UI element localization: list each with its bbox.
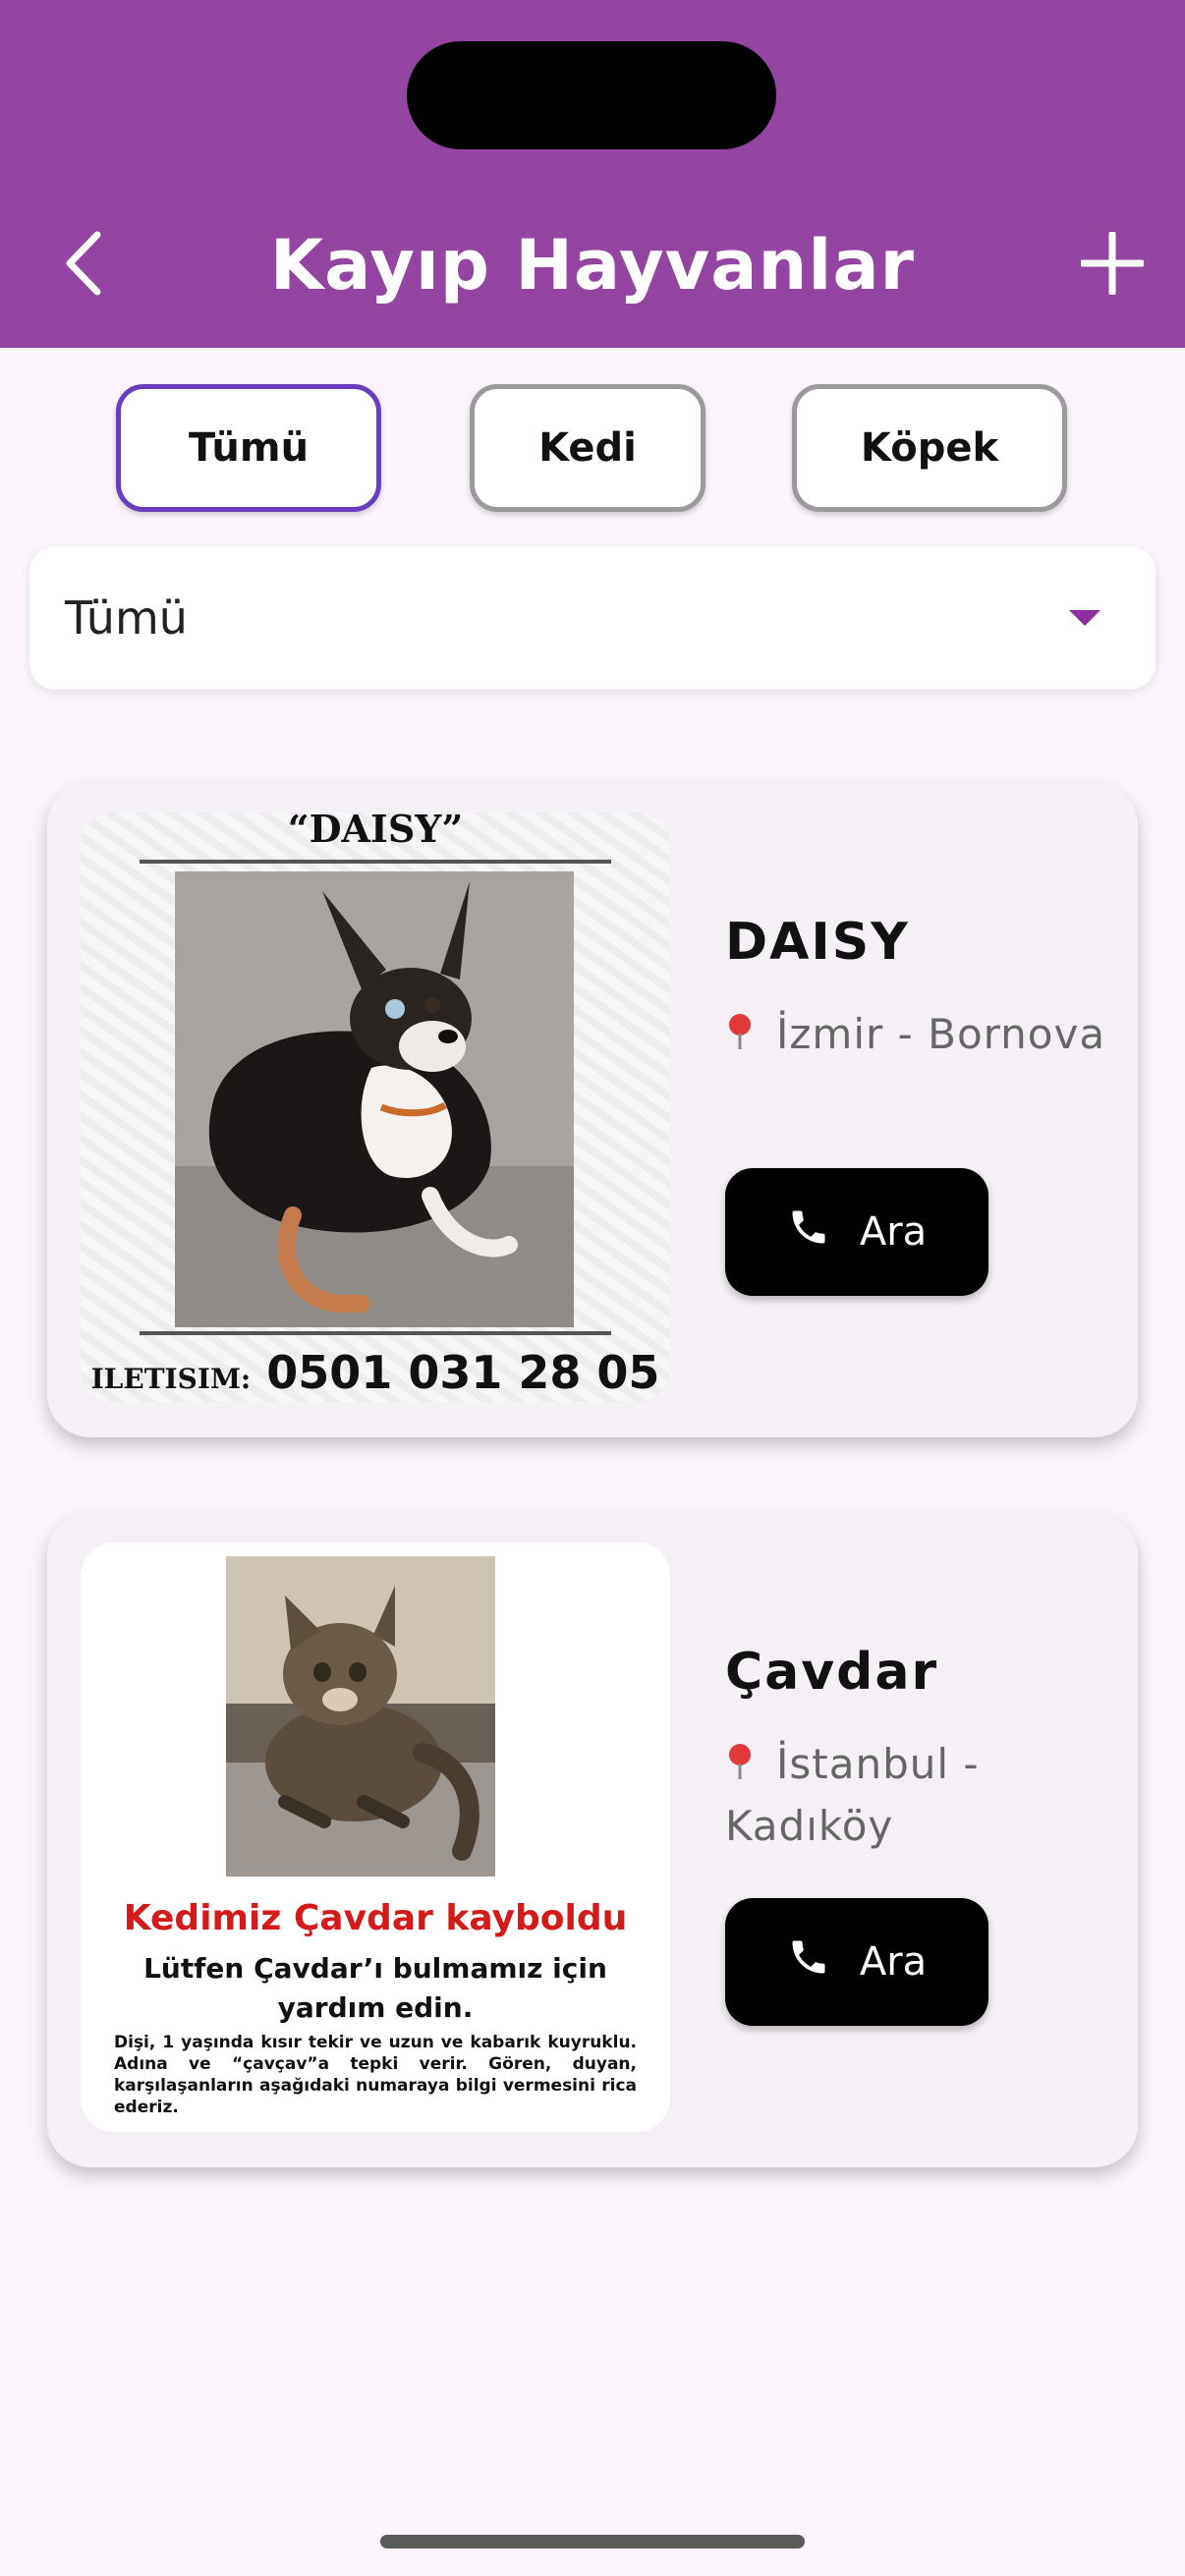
call-button-label: Ara	[859, 1209, 928, 1255]
poster-cavdar: Kedimiz Çavdar kayboldu Lütfen Çavdar’ı …	[81, 1542, 670, 2132]
call-button-label: Ara	[859, 1939, 928, 1985]
call-button[interactable]: Ara	[725, 1898, 988, 2026]
cat-photo	[226, 1556, 495, 1876]
pet-location-text: İstanbul - Kadıköy	[725, 1740, 980, 1850]
page-title: Kayıp Hayvanlar	[269, 225, 916, 306]
pet-card[interactable]: “DAISY” ILETISIM: 0501 031 28 05 DAISY İ…	[47, 783, 1138, 1437]
pet-name: Çavdar	[725, 1643, 939, 1702]
poster-daisy: “DAISY” ILETISIM: 0501 031 28 05	[81, 812, 670, 1402]
poster-subline: Lütfen Çavdar’ı bulmamız için yardım edi…	[143, 1952, 607, 2024]
home-indicator[interactable]	[380, 2535, 805, 2548]
pet-location: İzmir - Bornova	[725, 1005, 1118, 1067]
filter-chip-cat[interactable]: Kedi	[470, 384, 705, 512]
location-pin-icon	[725, 1008, 755, 1067]
phone-icon	[787, 1935, 830, 1988]
phone-icon	[787, 1205, 830, 1259]
dynamic-island	[407, 41, 776, 149]
call-button[interactable]: Ara	[725, 1168, 988, 1296]
poster-contact-label: ILETISIM:	[90, 1363, 252, 1395]
pet-card[interactable]: Kedimiz Çavdar kayboldu Lütfen Çavdar’ı …	[47, 1513, 1138, 2167]
filter-chip-all[interactable]: Tümü	[116, 384, 381, 512]
pet-info: DAISY İzmir - Bornova Ara	[725, 783, 1118, 1437]
poster-body: Dişi, 1 yaşında kısır tekir ve uzun ve k…	[114, 2033, 637, 2117]
pet-info: Çavdar İstanbul - Kadıköy Ara	[725, 1513, 1118, 2167]
caret-down-icon	[1069, 610, 1100, 626]
pet-photo: Kedimiz Çavdar kayboldu Lütfen Çavdar’ı …	[81, 1542, 670, 2132]
dog-photo	[175, 871, 574, 1327]
poster-contact-phone: 0501 031 28 05	[266, 1346, 660, 1399]
pet-name: DAISY	[725, 913, 910, 972]
plus-icon	[1079, 230, 1146, 299]
poster-divider	[140, 860, 611, 864]
poster-contact: ILETISIM: 0501 031 28 05	[81, 1343, 670, 1402]
dropdown-value: Tümü	[65, 591, 188, 644]
app-bar: Kayıp Hayvanlar	[0, 0, 1185, 348]
add-pet-button[interactable]	[1071, 224, 1154, 307]
pet-location: İstanbul - Kadıköy	[725, 1735, 1118, 1856]
filter-chip-dog[interactable]: Köpek	[792, 384, 1067, 512]
location-pin-icon	[725, 1738, 755, 1797]
screen: Kayıp Hayvanlar Tümü Kedi Köpek Tümü “DA…	[0, 0, 1185, 2576]
pet-photo: “DAISY” ILETISIM: 0501 031 28 05	[81, 812, 670, 1402]
location-dropdown[interactable]: Tümü	[29, 546, 1156, 690]
poster-headline: Kedimiz Çavdar kayboldu	[123, 1898, 628, 1938]
poster-title: “DAISY”	[287, 812, 464, 851]
poster-divider	[140, 1331, 611, 1335]
pet-location-text: İzmir - Bornova	[776, 1010, 1106, 1058]
